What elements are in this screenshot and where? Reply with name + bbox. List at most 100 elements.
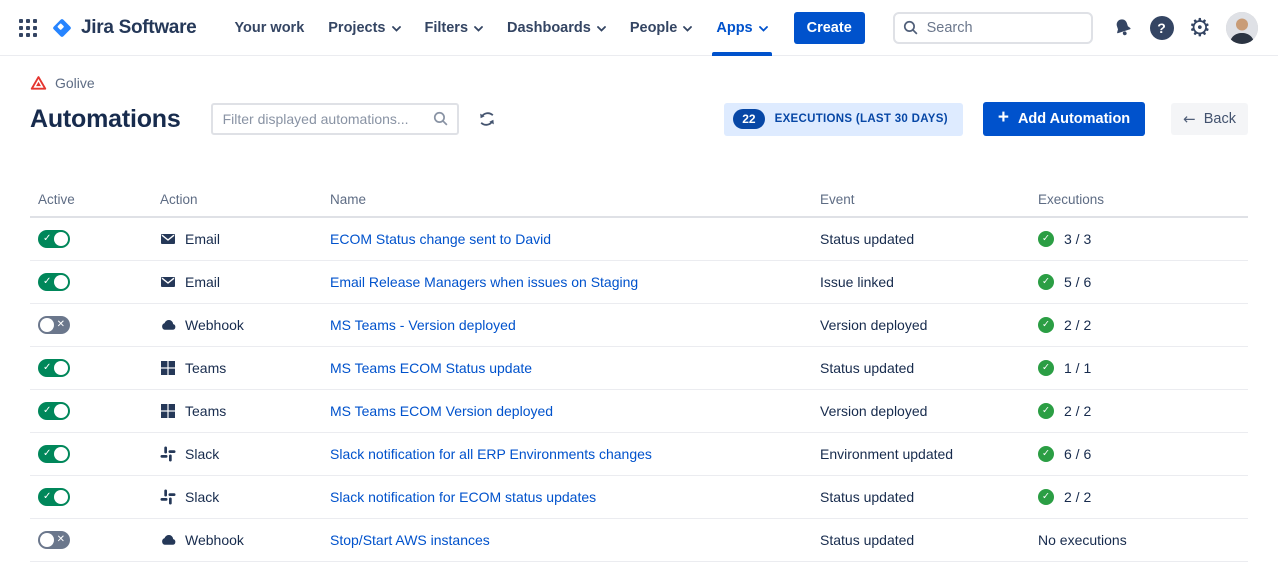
name-cell: MS Teams ECOM Status update bbox=[322, 360, 812, 376]
automation-name-link[interactable]: Stop/Start AWS instances bbox=[330, 532, 490, 548]
cross-icon: ✕ bbox=[57, 535, 65, 545]
nav-item-label: People bbox=[630, 20, 678, 36]
active-cell: ✓ bbox=[30, 359, 152, 377]
executions-cell: ✓5 / 6 bbox=[1030, 274, 1248, 290]
executions-cell: No executions bbox=[1030, 532, 1248, 548]
active-cell: ✓ bbox=[30, 230, 152, 248]
automation-name-link[interactable]: Slack notification for all ERP Environme… bbox=[330, 446, 652, 462]
executions-cell: ✓2 / 2 bbox=[1030, 489, 1248, 505]
search-icon bbox=[902, 19, 919, 41]
executions-value: 2 / 2 bbox=[1064, 403, 1091, 419]
nav-item-people[interactable]: People bbox=[618, 0, 705, 56]
toggle-knob bbox=[54, 232, 68, 246]
action-label: Webhook bbox=[185, 532, 244, 548]
avatar-photo bbox=[1226, 12, 1258, 44]
help-icon[interactable]: ? bbox=[1150, 16, 1174, 40]
chevron-down-icon bbox=[683, 26, 692, 32]
nav-item-projects[interactable]: Projects bbox=[316, 0, 412, 56]
back-button[interactable]: ← Back bbox=[1171, 103, 1248, 135]
automation-name-link[interactable]: MS Teams - Version deployed bbox=[330, 317, 516, 333]
toggle-off[interactable]: ✕ bbox=[38, 531, 70, 549]
add-automation-button[interactable]: + Add Automation bbox=[983, 102, 1145, 136]
teams-icon bbox=[160, 360, 176, 376]
nav-item-dashboards[interactable]: Dashboards bbox=[495, 0, 618, 56]
notifications-bell-icon[interactable] bbox=[1111, 16, 1135, 40]
event-cell: Status updated bbox=[812, 489, 1030, 505]
nav-item-apps[interactable]: Apps bbox=[704, 0, 779, 56]
check-icon: ✓ bbox=[43, 492, 51, 502]
automation-name-link[interactable]: MS Teams ECOM Status update bbox=[330, 360, 532, 376]
action-label: Teams bbox=[185, 360, 226, 376]
nav-item-label: Dashboards bbox=[507, 20, 591, 36]
webhook-cloud-icon bbox=[160, 317, 176, 333]
executions-value: 6 / 6 bbox=[1064, 446, 1091, 462]
brand-name: Jira Software bbox=[81, 17, 196, 39]
toggle-off[interactable]: ✕ bbox=[38, 316, 70, 334]
breadcrumb[interactable]: Golive bbox=[30, 73, 1248, 93]
page-title: Automations bbox=[30, 105, 181, 134]
jira-logo[interactable]: Jira Software bbox=[50, 16, 196, 40]
toggle-on[interactable]: ✓ bbox=[38, 488, 70, 506]
toggle-knob bbox=[54, 404, 68, 418]
name-cell: MS Teams ECOM Version deployed bbox=[322, 403, 812, 419]
grid-dots-icon bbox=[19, 19, 37, 37]
automation-name-link[interactable]: MS Teams ECOM Version deployed bbox=[330, 403, 553, 419]
nav-item-filters[interactable]: Filters bbox=[413, 0, 496, 56]
filter-field bbox=[211, 103, 459, 135]
action-cell: Webhook bbox=[152, 532, 322, 548]
chevron-down-icon bbox=[474, 26, 483, 32]
column-header-event: Event bbox=[812, 192, 1030, 207]
toggle-on[interactable]: ✓ bbox=[38, 445, 70, 463]
filter-automations-input[interactable] bbox=[211, 103, 459, 135]
event-cell: Version deployed bbox=[812, 317, 1030, 333]
jira-diamond-icon bbox=[50, 16, 74, 40]
automation-name-link[interactable]: ECOM Status change sent to David bbox=[330, 231, 551, 247]
nav-item-your-work[interactable]: Your work bbox=[222, 0, 316, 56]
active-cell: ✓ bbox=[30, 273, 152, 291]
webhook-cloud-icon bbox=[160, 532, 176, 548]
executions-cell: ✓ 2 / 2 bbox=[1030, 403, 1248, 419]
name-cell: Email Release Managers when issues on St… bbox=[322, 274, 812, 290]
event-cell: Status updated bbox=[812, 532, 1030, 548]
app-switcher-icon[interactable] bbox=[12, 12, 44, 44]
name-cell: Stop/Start AWS instances bbox=[322, 532, 812, 548]
automation-name-link[interactable]: Email Release Managers when issues on St… bbox=[330, 274, 638, 290]
active-cell: ✓ bbox=[30, 445, 152, 463]
golive-logo-icon bbox=[30, 75, 47, 91]
toggle-on[interactable]: ✓ bbox=[38, 402, 70, 420]
executions-summary-button[interactable]: 22 EXECUTIONS (LAST 30 DAYS) bbox=[724, 103, 963, 136]
check-icon: ✓ bbox=[43, 406, 51, 416]
executions-cell: ✓3 / 3 bbox=[1030, 231, 1248, 247]
plus-icon: + bbox=[998, 110, 1009, 126]
table-header-row: Active Action Name Event Executions bbox=[30, 192, 1248, 218]
executions-cell: ✓1 / 1 bbox=[1030, 360, 1248, 376]
back-arrow-icon: ← bbox=[1183, 112, 1196, 126]
table-row: ✓EmailECOM Status change sent to DavidSt… bbox=[30, 218, 1248, 261]
table-row: ✓TeamsMS Teams ECOM Version deployedVers… bbox=[30, 390, 1248, 433]
success-check-icon: ✓ bbox=[1038, 403, 1054, 419]
table-row: ✓TeamsMS Teams ECOM Status updateStatus … bbox=[30, 347, 1248, 390]
settings-gear-icon[interactable]: ⚙ bbox=[1189, 16, 1211, 40]
table-row: ✓ Slack Slack notification for ECOM status… bbox=[30, 476, 1248, 519]
check-icon: ✓ bbox=[43, 363, 51, 373]
action-cell: Teams bbox=[152, 360, 322, 376]
nav-item-label: Apps bbox=[716, 20, 752, 36]
automation-name-link[interactable]: Slack notification for ECOM status updat… bbox=[330, 489, 596, 505]
executions-value: 1 / 1 bbox=[1064, 360, 1091, 376]
event-cell: Version deployed bbox=[812, 403, 1030, 419]
breadcrumb-app-name[interactable]: Golive bbox=[55, 75, 95, 91]
user-avatar[interactable] bbox=[1226, 12, 1258, 44]
action-label: Slack bbox=[185, 489, 219, 505]
toggle-on[interactable]: ✓ bbox=[38, 230, 70, 248]
toggle-on[interactable]: ✓ bbox=[38, 359, 70, 377]
refresh-button[interactable] bbox=[476, 108, 498, 130]
action-cell: Slack bbox=[152, 489, 322, 505]
nav-item-label: Filters bbox=[425, 20, 469, 36]
filter-search-icon bbox=[432, 110, 449, 132]
executions-label: EXECUTIONS (LAST 30 DAYS) bbox=[775, 113, 948, 125]
cross-icon: ✕ bbox=[57, 320, 65, 330]
toggle-on[interactable]: ✓ bbox=[38, 273, 70, 291]
create-button[interactable]: Create bbox=[794, 12, 865, 44]
primary-nav: Your workProjects Filters Dashboards People… bbox=[222, 0, 779, 56]
search-input[interactable] bbox=[893, 12, 1093, 44]
